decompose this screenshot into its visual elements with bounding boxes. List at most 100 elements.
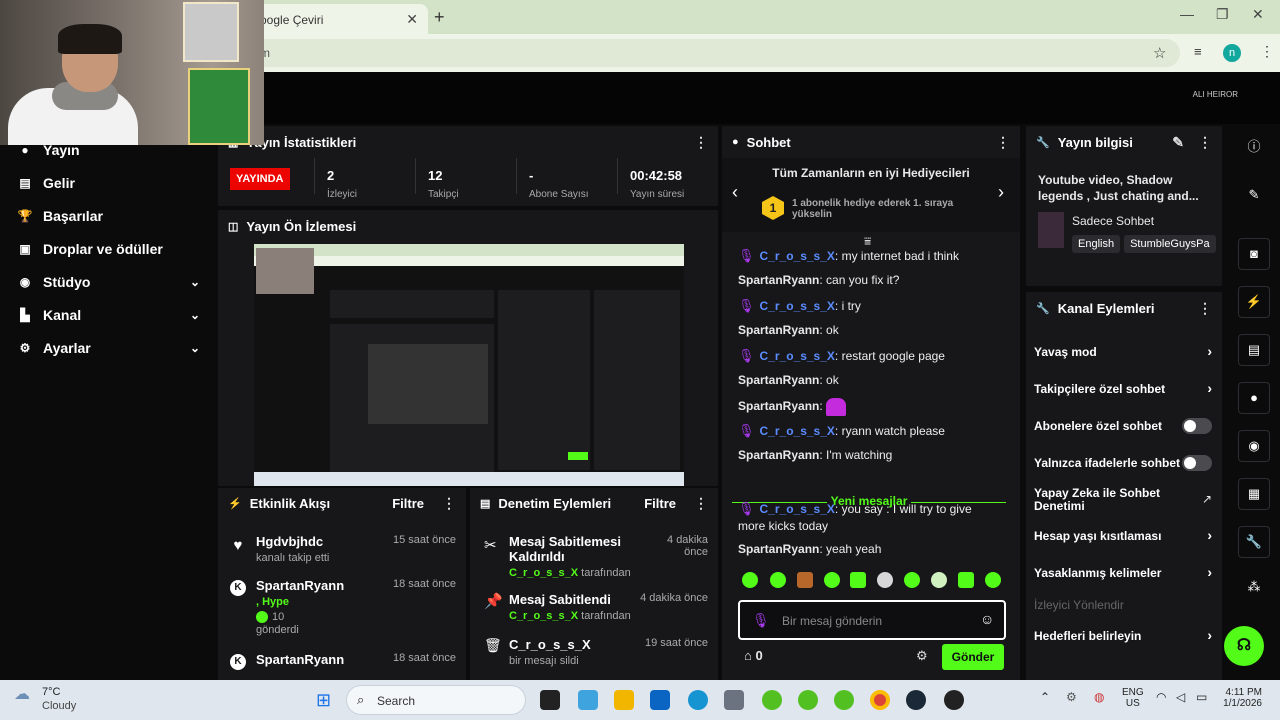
obs-icon[interactable] [944,690,964,710]
reading-list-icon[interactable]: ≡ [1194,44,1202,59]
app-icon[interactable] [724,690,744,710]
kebab-menu-icon[interactable]: ⋮ [694,134,708,151]
chat-nick[interactable]: SpartanRyann [738,448,819,462]
connections-icon[interactable]: ⁂ [1238,572,1270,604]
windows-start-icon[interactable]: ⊞ [316,690,331,711]
chat-nick[interactable]: C_r_o_s_s_X [760,249,835,263]
chat-nick[interactable]: SpartanRyann [738,323,819,337]
chat-input[interactable]: 🎙 Bir mesaj gönderin ☺ [738,600,1006,640]
emote-icon[interactable] [931,572,947,588]
chevron-left-icon[interactable]: ‹ [732,182,738,203]
sidebar-item-studyo[interactable]: ◉ Stüdyo ⌄ [16,268,200,296]
browser-tab[interactable]: oogle Çeviri ✕ [250,4,428,34]
kebab-menu-icon[interactable]: ⋮ [442,495,456,512]
emote-icon[interactable] [985,572,1001,588]
chat-settings-icon[interactable]: ⚙ [916,648,928,664]
volume-icon[interactable]: ◁ [1176,690,1185,704]
sidebar-item-ayarlar[interactable]: ⚙ Ayarlar ⌄ [16,334,200,362]
stream-preview-video[interactable] [254,244,684,486]
unpin-chat-icon[interactable]: ⩸ [864,234,871,249]
chat-nick[interactable]: C_r_o_s_s_X [760,502,835,516]
chat-nick[interactable]: C_r_o_s_s_X [760,349,835,363]
chat-nick[interactable]: SpartanRyann [738,542,819,556]
emote-icon[interactable] [797,572,813,588]
close-tab-icon[interactable]: ✕ [406,11,418,28]
bookmark-star-icon[interactable]: ☆ [1153,44,1166,62]
kebab-menu-icon[interactable]: ⋮ [996,134,1010,151]
action-slow-mode[interactable]: Yavaş mod › [1034,343,1212,359]
minimize-icon[interactable]: — [1180,6,1194,22]
sidebar-item-gelir[interactable]: ▤ Gelir [16,169,200,197]
chevron-up-icon[interactable]: ⌃ [1040,690,1050,704]
mod-user[interactable]: C_r_o_s_s_X [509,567,578,579]
filter-button[interactable]: Filtre [644,496,676,511]
emote-icon[interactable] [904,572,920,588]
chat-nick[interactable]: SpartanRyann [738,373,819,387]
tray-icon[interactable]: ◍ [1094,690,1104,704]
action-followers-only[interactable]: Takipçilere özel sohbet › [1034,380,1212,396]
broadcast-icon[interactable]: ◉ [1238,430,1270,462]
task-view-icon[interactable] [540,690,560,710]
kebab-menu-icon[interactable]: ⋮ [1198,134,1212,151]
action-banned-words[interactable]: Yasaklanmış kelimeler › [1034,564,1212,580]
wrench-icon[interactable]: 🔧 [1238,526,1270,558]
wifi-icon[interactable]: ◠ [1156,690,1166,704]
chat-nick[interactable]: SpartanRyann [738,399,819,413]
emotes-only-toggle[interactable] [1182,455,1212,471]
kebab-menu-icon[interactable]: ⋮ [694,495,708,512]
filter-button[interactable]: Filtre [392,496,424,511]
notes-icon[interactable]: ▤ [1238,334,1270,366]
screenshot-icon[interactable]: ◙ [1238,238,1270,270]
emote-icon[interactable] [770,572,786,588]
new-tab-button[interactable]: + [434,7,445,28]
edit-pencil-icon[interactable]: ✎ [1172,134,1184,151]
clock[interactable]: 4:11 PM 1/1/2026 [1222,687,1262,709]
file-explorer-icon[interactable] [614,690,634,710]
taskbar-search[interactable]: ⌕ Search [346,685,526,715]
subscribers-only-toggle[interactable] [1182,418,1212,434]
kick-app-icon[interactable] [762,690,782,710]
category-name[interactable]: Sadece Sohbet [1072,214,1154,228]
edge-icon[interactable] [688,690,708,710]
channel-points[interactable]: ⌂ 0 [744,648,763,663]
mod-user[interactable]: C_r_o_s_s_X [509,610,578,622]
weather-temp[interactable]: 7°C [42,686,60,698]
info-icon[interactable]: ⓘ [1238,132,1270,164]
chevron-right-icon[interactable]: › [998,182,1004,203]
emote-icon[interactable] [824,572,840,588]
tray-icon[interactable]: ⚙ [1066,690,1077,704]
chrome-icon[interactable] [870,690,890,710]
action-account-age[interactable]: Hesap yaşı kısıtlaması › [1034,527,1212,543]
emote-icon[interactable] [742,572,758,588]
emote-icon[interactable] [877,572,893,588]
kebab-menu-icon[interactable]: ⋮ [1198,300,1212,317]
chat-nick[interactable]: C_r_o_s_s_X [760,424,835,438]
brand-logo[interactable]: ALI HEIROR [1193,90,1238,99]
language-indicator[interactable]: ENG US [1122,687,1144,709]
kick-app-icon[interactable] [798,690,818,710]
chat-nick[interactable]: C_r_o_s_s_X [760,299,835,313]
kebab-menu-icon[interactable]: ⋮ [1260,43,1274,60]
steam-icon[interactable] [906,690,926,710]
edit-pencil-icon[interactable]: ✎ [1238,180,1270,212]
sidebar-item-kanal[interactable]: ▙ Kanal ⌄ [16,301,200,329]
maximize-icon[interactable]: ❐ [1216,6,1229,23]
action-goals[interactable]: Hedefleri belirleyin › [1034,627,1212,643]
widgets-icon[interactable] [578,690,598,710]
chat-nick[interactable]: SpartanRyann [738,273,819,287]
support-headset-button[interactable]: ☊ [1224,626,1264,666]
external-link-icon[interactable]: ↗ [1202,492,1212,506]
close-window-icon[interactable]: ✕ [1252,6,1264,23]
kick-app-icon[interactable] [834,690,854,710]
emoji-picker-icon[interactable]: ☺ [980,611,994,627]
layout-icon[interactable]: ▦ [1238,478,1270,510]
sidebar-item-basarilar[interactable]: 🏆 Başarılar [16,202,200,230]
outlook-icon[interactable] [650,690,670,710]
address-bar[interactable]: m [200,39,1180,67]
emote-icon[interactable] [850,572,866,588]
profile-avatar[interactable]: n [1223,44,1241,62]
chat-bubble-icon[interactable]: ● [1238,382,1270,414]
emote-icon[interactable] [958,572,974,588]
action-ai-moderation[interactable]: Yapay Zeka ile Sohbet Denetimi [1034,487,1184,513]
bolt-icon[interactable]: ⚡ [1238,286,1270,318]
